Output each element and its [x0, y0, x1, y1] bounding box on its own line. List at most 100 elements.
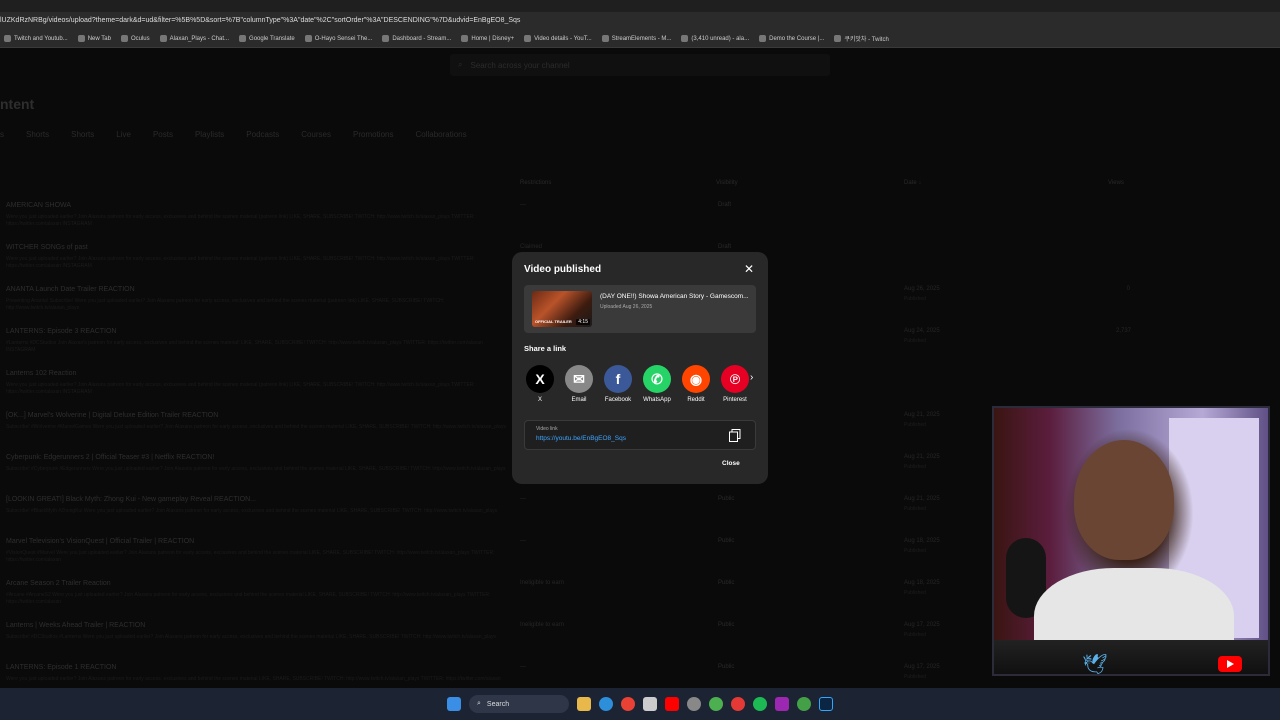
column-views[interactable]: Views	[1108, 180, 1124, 186]
bookmark-item[interactable]: O-Hayo Sensei The...	[304, 35, 372, 42]
row-title[interactable]: [LOOKIN GREAT!] Black Myth: Zhong Kui - …	[6, 496, 256, 503]
row-title[interactable]: AMERICAN SHOWA	[6, 202, 71, 209]
tab-item[interactable]: Playlists	[195, 130, 224, 139]
bookmark-item[interactable]: 쿠키맛차 - Twitch	[834, 34, 889, 43]
row-description: Were you just uploaded earlier? Join Ala…	[6, 256, 475, 269]
row-title[interactable]: LANTERNS: Episode 1 REACTION	[6, 664, 116, 671]
video-link-url[interactable]: https://youtu.be/EnBgEO8_Sqs	[536, 435, 626, 442]
xbox-icon[interactable]	[797, 697, 811, 711]
table-row[interactable]: Arcane Season 2 Trailer Reaction #Arcane …	[6, 580, 1126, 622]
tab-item[interactable]: Courses	[301, 130, 331, 139]
tab-item[interactable]: s	[0, 130, 4, 139]
row-date: Aug 24, 2025	[904, 328, 940, 334]
bookmark-item[interactable]: Dashboard - Stream...	[382, 35, 451, 42]
taskbar-search[interactable]: ⌕ Search	[469, 695, 569, 713]
tab-item[interactable]: Posts	[153, 130, 173, 139]
tab-item[interactable]: Promotions	[353, 130, 393, 139]
address-url[interactable]: lUZKdRzNRBg/videos/upload?theme=dark&d=u…	[0, 17, 520, 24]
row-visibility[interactable]: Draft	[718, 244, 731, 250]
copy-icon[interactable]	[729, 429, 741, 442]
row-visibility[interactable]: Public	[718, 496, 734, 502]
row-visibility[interactable]: Public	[718, 664, 734, 670]
row-title[interactable]: [OK...] Marvel's Wolverine | Digital Del…	[6, 412, 218, 419]
row-visibility[interactable]: Public	[718, 580, 734, 586]
bookmark-item[interactable]: StreamElements - M...	[601, 35, 671, 42]
app-icon[interactable]	[731, 697, 745, 711]
spotify-icon[interactable]	[753, 697, 767, 711]
bookmark-label: Home | Disney+	[471, 35, 515, 42]
share-pinterest-button[interactable]: ℗ Pinterest	[721, 365, 749, 403]
file-explorer-icon[interactable]	[577, 697, 591, 711]
row-title[interactable]: Lanterns | Weeks Ahead Trailer | REACTIO…	[6, 622, 145, 629]
video-card[interactable]: OFFICIAL TRAILER 4:15 (DAY ONE!!) Showa …	[524, 285, 756, 333]
share-target-label: Facebook	[604, 397, 632, 403]
bookmark-item[interactable]: Demo the Course |...	[759, 35, 824, 42]
chrome-icon[interactable]	[621, 697, 635, 711]
column-date[interactable]: Date ↓	[904, 180, 921, 186]
share-x-button[interactable]: XX	[526, 365, 554, 403]
row-date-status: Published	[904, 464, 926, 470]
row-visibility[interactable]: Public	[718, 538, 734, 544]
share-email-button[interactable]: ✉ Email	[565, 365, 593, 403]
share-target-label: Pinterest	[723, 397, 747, 403]
tab-item[interactable]: Shorts	[71, 130, 94, 139]
bookmark-item[interactable]: Alaxan_Plays - Chat...	[159, 35, 229, 42]
browser-title-bar	[0, 0, 1280, 12]
bookmark-item[interactable]: New Tab	[77, 35, 111, 42]
row-restriction: —	[520, 538, 526, 544]
column-visibility[interactable]: Visibility	[716, 180, 738, 186]
close-button[interactable]: Close	[722, 460, 740, 467]
table-row[interactable]: Lanterns | Weeks Ahead Trailer | REACTIO…	[6, 622, 1126, 664]
settings-icon[interactable]	[687, 697, 701, 711]
bookmark-item[interactable]: Home | Disney+	[461, 35, 514, 42]
row-restriction: Ineligible to earn	[520, 580, 565, 586]
edge-icon[interactable]	[599, 697, 613, 711]
studio-search-input[interactable]: ⌕ Search across your channel	[450, 54, 830, 76]
table-row[interactable]: AMERICAN SHOWA Were you just uploaded ear…	[6, 202, 1126, 244]
row-title[interactable]: Lanterns 102 Reaction	[6, 370, 76, 377]
bookmark-item[interactable]: Google Translate	[239, 35, 295, 42]
chevron-right-icon[interactable]: ›	[750, 372, 753, 383]
bookmark-item[interactable]: Oculus	[120, 35, 150, 42]
row-title[interactable]: Cyberpunk: Edgerunners 2 | Official Teas…	[6, 454, 214, 461]
tab-item[interactable]: Collaborations	[415, 130, 466, 139]
bookmark-item[interactable]: (3,410 unread) - ala...	[681, 35, 749, 42]
windows-start-icon[interactable]	[447, 697, 461, 711]
row-date: Aug 21, 2025	[904, 496, 940, 502]
address-bar[interactable]: lUZKdRzNRBg/videos/upload?theme=dark&d=u…	[0, 12, 1280, 30]
row-title[interactable]: LANTERNS: Episode 3 REACTION	[6, 328, 116, 335]
bookmark-favicon-icon	[304, 35, 312, 42]
bookmark-item[interactable]: Video details - YouT...	[524, 35, 592, 42]
search-placeholder: Search across your channel	[470, 60, 570, 70]
chat-icon[interactable]	[709, 697, 723, 711]
bookmark-label: Dashboard - Stream...	[392, 35, 452, 42]
column-restrictions[interactable]: Restrictions	[520, 180, 551, 186]
row-title[interactable]: Arcane Season 2 Trailer Reaction	[6, 580, 111, 587]
share-whatsapp-button[interactable]: ✆ WhatsApp	[643, 365, 671, 403]
youtube-icon[interactable]	[665, 697, 679, 711]
table-row[interactable]: [LOOKIN GREAT!] Black Myth: Zhong Kui - …	[6, 496, 1126, 538]
photoshop-icon[interactable]	[819, 697, 833, 711]
row-title[interactable]: WITCHER SONGs of past	[6, 244, 88, 251]
tool-icon[interactable]	[775, 697, 789, 711]
share-facebook-button[interactable]: f Facebook	[604, 365, 632, 403]
tab-item[interactable]: Shorts	[26, 130, 49, 139]
row-visibility[interactable]: Draft	[718, 202, 731, 208]
video-title: (DAY ONE!!) Showa American Story - Games…	[600, 293, 749, 300]
table-row[interactable]: Marvel Television's VisionQuest | Offici…	[6, 538, 1126, 580]
whatsapp-icon: ✆	[643, 365, 671, 393]
dialog-title: Video published	[524, 264, 602, 275]
store-icon[interactable]	[643, 697, 657, 711]
row-visibility[interactable]: Public	[718, 622, 734, 628]
table-row[interactable]: LANTERNS: Episode 1 REACTION Were you jus…	[6, 664, 1126, 688]
bookmark-item[interactable]: Twitch and Youtub...	[4, 35, 68, 42]
tab-item[interactable]: Live	[116, 130, 131, 139]
share-reddit-button[interactable]: ◉ Reddit	[682, 365, 710, 403]
share-target-label: WhatsApp	[643, 397, 671, 403]
row-date-status: Published	[904, 632, 926, 638]
close-icon[interactable]: ✕	[744, 262, 754, 276]
tab-item[interactable]: Podcasts	[246, 130, 279, 139]
row-title[interactable]: Marvel Television's VisionQuest | Offici…	[6, 538, 194, 545]
video-thumbnail[interactable]: OFFICIAL TRAILER 4:15	[532, 291, 592, 327]
row-title[interactable]: ANANTA Launch Date Trailer REACTION	[6, 286, 135, 293]
